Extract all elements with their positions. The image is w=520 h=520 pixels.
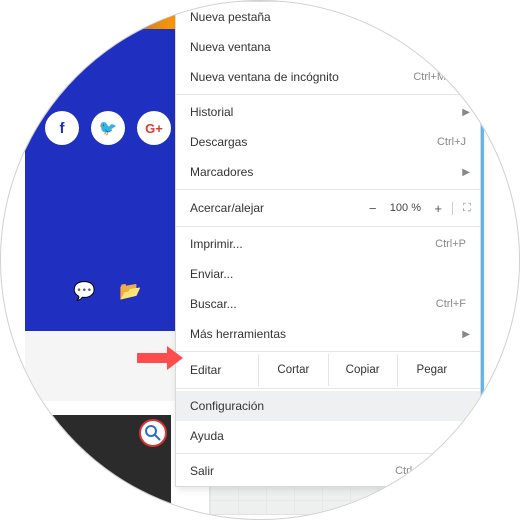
menu-find[interactable]: Buscar...Ctrl+F	[176, 289, 480, 319]
menu-new-window[interactable]: Nueva ventana	[176, 32, 480, 62]
twitter-icon[interactable]: 🐦	[91, 111, 125, 145]
zoom-label: Acercar/alejar	[190, 201, 359, 215]
zoom-in-button[interactable]: +	[434, 201, 442, 216]
chrome-main-menu: Nueva pestaña Nueva ventana Nueva ventan…	[175, 1, 481, 487]
menu-incognito[interactable]: Nueva ventana de incógnitoCtrl+May...	[176, 62, 480, 92]
menu-settings[interactable]: Configuración	[176, 391, 480, 421]
zoom-percent: 100 %	[386, 202, 424, 214]
google-plus-icon[interactable]: G+	[137, 111, 171, 145]
viewport-circle: REA f 🐦 G+ 💬 📂 Nueva pestaña Nueva venta…	[0, 0, 520, 520]
edit-label: Editar	[190, 363, 258, 377]
selection-edge	[481, 1, 484, 413]
facebook-icon[interactable]: f	[45, 111, 79, 145]
zoom-out-button[interactable]: −	[369, 201, 377, 216]
folder-icon[interactable]: 📂	[119, 281, 141, 302]
menu-cast[interactable]: Enviar...	[176, 259, 480, 289]
menu-more-tools[interactable]: Más herramientas▶	[176, 319, 480, 349]
menu-exit[interactable]: SalirCtrl+Mayús+Q	[176, 456, 480, 486]
menu-history[interactable]: Historial▶	[176, 97, 480, 127]
callout-arrow	[137, 346, 183, 370]
menu-bookmarks[interactable]: Marcadores▶	[176, 157, 480, 187]
edit-copy[interactable]: Copiar	[328, 354, 397, 386]
menu-zoom-row: Acercar/alejar − 100 % + ⛶	[176, 192, 480, 224]
chevron-right-icon: ▶	[462, 329, 470, 340]
chevron-right-icon: ▶	[462, 167, 470, 178]
arrow-head-icon	[167, 346, 183, 370]
arrow-tail	[137, 353, 167, 363]
social-row: f 🐦 G+	[45, 111, 171, 145]
chat-icon[interactable]: 💬	[73, 281, 95, 302]
menu-downloads[interactable]: DescargasCtrl+J	[176, 127, 480, 157]
edit-paste[interactable]: Pegar	[397, 354, 466, 386]
page-bottom-icons: 💬 📂	[73, 281, 142, 302]
chevron-right-icon: ▶	[462, 107, 470, 118]
menu-edit-row: Editar Cortar Copiar Pegar	[176, 354, 480, 386]
fullscreen-icon[interactable]: ⛶	[452, 202, 466, 215]
menu-new-tab[interactable]: Nueva pestaña	[176, 2, 480, 32]
menu-print[interactable]: Imprimir...Ctrl+P	[176, 229, 480, 259]
chevron-right-icon: ▶	[462, 431, 470, 442]
edit-cut[interactable]: Cortar	[258, 354, 327, 386]
menu-help[interactable]: Ayuda▶	[176, 421, 480, 451]
magnifier-badge-icon	[139, 419, 167, 447]
page-header-badge: REA	[25, 1, 175, 29]
thumbnail-shield[interactable]	[27, 415, 171, 515]
